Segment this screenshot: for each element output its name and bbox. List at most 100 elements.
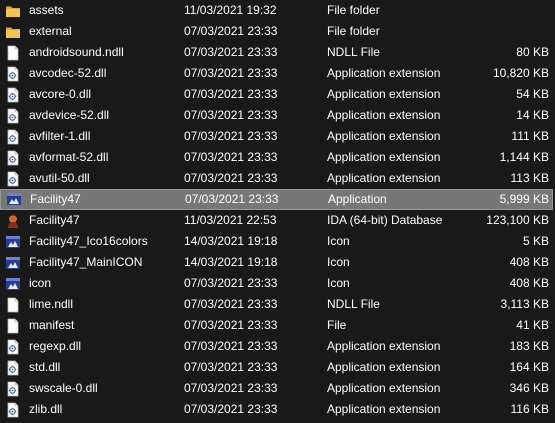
file-row[interactable]: regexp.dll 07/03/2021 23:33 Application … [0,336,553,357]
file-name: Facility47_Ico16colors [29,234,148,248]
file-row[interactable]: assets 11/03/2021 19:32 File folder [0,0,553,21]
date-modified: 07/03/2021 23:33 [184,339,278,353]
dll-icon [5,105,23,126]
file-name: avutil-50.dll [29,171,90,185]
file-row[interactable]: Facility47_Ico16colors 14/03/2021 19:18 … [0,231,553,252]
dll-icon [5,168,23,189]
file-size: 408 KB [509,255,549,269]
file-name: androidsound.ndll [29,45,124,59]
file-name: swscale-0.dll [29,381,98,395]
file-icon [5,42,23,63]
file-name: avfilter-1.dll [29,129,91,143]
file-row[interactable]: Facility47 11/03/2021 22:53 IDA (64-bit)… [0,210,553,231]
file-size: 10,820 KB [492,66,549,80]
file-name: avdevice-52.dll [29,108,110,122]
file-size: 123,100 KB [486,213,549,227]
dll-icon [5,63,23,84]
file-size: 408 KB [509,276,549,290]
file-row[interactable]: Facility47 07/03/2021 23:33 Application … [0,189,553,210]
file-size: 164 KB [509,360,549,374]
file-size: 14 KB [516,108,549,122]
date-modified: 07/03/2021 23:33 [184,108,278,122]
date-modified: 07/03/2021 23:33 [184,150,278,164]
dll-icon [5,378,23,399]
date-modified: 07/03/2021 23:33 [184,402,278,416]
date-modified: 07/03/2021 23:33 [185,192,279,206]
file-row[interactable]: androidsound.ndll 07/03/2021 23:33 NDLL … [0,42,553,63]
folder-icon [5,21,23,42]
file-row[interactable]: lime.ndll 07/03/2021 23:33 NDLL File 3,1… [0,294,553,315]
file-name: avcore-0.dll [29,87,92,101]
file-row[interactable]: avcodec-52.dll 07/03/2021 23:33 Applicat… [0,63,553,84]
date-modified: 07/03/2021 23:33 [184,318,278,332]
file-name: Facility47_MainICON [29,255,143,269]
dll-icon [5,126,23,147]
file-row[interactable]: swscale-0.dll 07/03/2021 23:33 Applicati… [0,378,553,399]
file-size: 5 KB [522,234,549,248]
ida-database-icon [5,210,23,231]
date-modified: 07/03/2021 23:33 [184,297,278,311]
date-modified: 14/03/2021 19:18 [184,234,278,248]
date-modified: 07/03/2021 23:33 [184,276,278,290]
dll-icon [5,147,23,168]
file-row[interactable]: Facility47_MainICON 14/03/2021 19:18 Ico… [0,252,553,273]
app-icon [5,252,23,273]
file-size: 80 KB [516,45,549,59]
date-modified: 07/03/2021 23:33 [184,129,278,143]
date-modified: 07/03/2021 23:33 [184,87,278,101]
app-icon [6,189,24,210]
file-size: 183 KB [509,339,549,353]
date-modified: 07/03/2021 23:33 [184,360,278,374]
file-name: avcodec-52.dll [29,66,107,80]
date-modified: 07/03/2021 23:33 [184,171,278,185]
file-name: regexp.dll [29,339,82,353]
file-icon [5,294,23,315]
file-size: 54 KB [516,87,549,101]
file-row[interactable]: avcore-0.dll 07/03/2021 23:33 Applicatio… [0,84,553,105]
file-name: avformat-52.dll [29,150,109,164]
file-row[interactable]: icon 07/03/2021 23:33 Icon 408 KB [0,273,553,294]
date-modified: 11/03/2021 22:53 [184,213,277,227]
file-size: 1,144 KB [499,150,549,164]
file-name: Facility47 [29,213,80,227]
file-list: assets 11/03/2021 19:32 File folder exte… [0,0,555,423]
date-modified: 11/03/2021 19:32 [184,3,277,17]
file-row[interactable]: external 07/03/2021 23:33 File folder [0,21,553,42]
file-size: 5,999 KB [499,192,549,206]
file-row[interactable]: avdevice-52.dll 07/03/2021 23:33 Applica… [0,105,553,126]
file-name: Facility47 [30,192,81,206]
app-icon [5,273,23,294]
file-size [459,0,549,21]
file-size: 111 KB [511,129,549,143]
dll-icon [5,84,23,105]
folder-icon [5,0,23,21]
file-name: lime.ndll [29,297,74,311]
file-row[interactable]: avformat-52.dll 07/03/2021 23:33 Applica… [0,147,553,168]
file-size: 113 KB [510,171,549,185]
file-size: 3,113 KB [500,297,549,311]
file-row[interactable]: avutil-50.dll 07/03/2021 23:33 Applicati… [0,168,553,189]
date-modified: 07/03/2021 23:33 [184,381,278,395]
file-row[interactable]: zlib.dll 07/03/2021 23:33 Application ex… [0,399,553,420]
file-name: assets [29,3,64,17]
file-row[interactable]: avfilter-1.dll 07/03/2021 23:33 Applicat… [0,126,553,147]
file-row[interactable]: std.dll 07/03/2021 23:33 Application ext… [0,357,553,378]
file-size: 116 KB [510,402,549,416]
file-row[interactable]: manifest 07/03/2021 23:33 File 41 KB [0,315,553,336]
file-icon [5,315,23,336]
date-modified: 07/03/2021 23:33 [184,66,278,80]
file-name: manifest [29,318,75,332]
dll-icon [5,399,23,420]
app-icon [5,231,23,252]
file-name: zlib.dll [29,402,63,416]
file-size [459,21,549,42]
dll-icon [5,336,23,357]
dll-icon [5,357,23,378]
file-name: external [29,24,72,38]
file-name: icon [29,276,52,290]
file-size: 41 KB [516,318,549,332]
date-modified: 07/03/2021 23:33 [184,24,278,38]
file-name: std.dll [29,360,61,374]
date-modified: 07/03/2021 23:33 [184,45,278,59]
file-size: 346 KB [509,381,549,395]
